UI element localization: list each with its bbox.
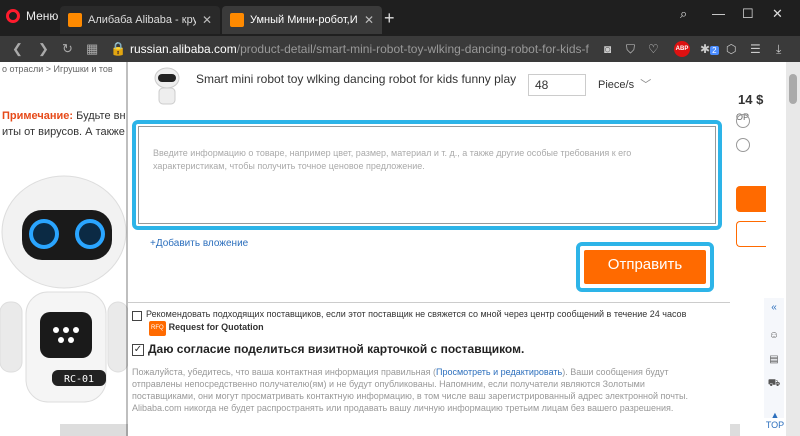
close-window-icon[interactable]: ✕ — [772, 6, 783, 22]
tab-alibaba[interactable]: Алибаба Alibaba - крупнейш ✕ — [60, 6, 220, 34]
chevron-down-icon: ﹀ — [637, 79, 652, 91]
lock-icon: 🔒 — [110, 41, 127, 56]
opera-logo-icon — [6, 9, 20, 23]
notice-text: Будьте вн — [76, 110, 126, 122]
divider — [128, 302, 730, 303]
url-field[interactable]: russian.alibaba.com/product-detail/smart… — [130, 42, 600, 56]
back-icon[interactable]: ❮ — [12, 41, 23, 57]
url-host: russian.alibaba.com — [130, 42, 237, 56]
scroll-thumb[interactable] — [789, 74, 797, 104]
info-circle-icon[interactable] — [736, 114, 750, 128]
close-icon[interactable]: ✕ — [202, 13, 212, 27]
tab-robot-product[interactable]: Умный Мини-робот,Игруш ✕ — [222, 6, 382, 34]
opera-menu-button[interactable]: Меню — [6, 9, 58, 23]
product-thumbnail — [148, 66, 186, 108]
close-icon[interactable]: ✕ — [364, 13, 374, 27]
edit-contact-link[interactable]: Просмотреть и редактировать — [436, 367, 562, 377]
product-name: Smart mini robot toy wlking dancing robo… — [196, 72, 517, 86]
tab-title: Алибаба Alibaba - крупнейш — [88, 14, 196, 26]
page-scrollbar[interactable] — [786, 62, 800, 436]
tab-bar: Меню Алибаба Alibaba - крупнейш ✕ Умный … — [0, 0, 800, 36]
send-button[interactable]: Отправить — [584, 250, 706, 284]
extension-badge: 2 — [710, 46, 719, 55]
recommend-label: Рекомендовать подходящих поставщиков, ес… — [146, 308, 706, 336]
minimize-icon[interactable]: — — [712, 6, 725, 21]
privacy-disclaimer: Пожалуйста, убедитесь, что ваша контактн… — [132, 366, 708, 414]
bg-contact-button[interactable] — [736, 186, 766, 212]
attach-label: Добавить вложение — [155, 238, 249, 249]
textarea-highlight: Введите информацию о товаре, например цв… — [132, 120, 722, 230]
vpn-shield-icon[interactable]: ⛉ — [626, 42, 635, 57]
unit-label: Piece/s — [598, 79, 635, 91]
robot-product-image: RC-01 — [0, 175, 128, 403]
url-path: /product-detail/smart-mini-robot-toy-wlk… — [236, 42, 589, 56]
forward-icon[interactable]: ❯ — [38, 41, 49, 57]
disclaimer-text: Пожалуйста, убедитесь, что ваша контактн… — [132, 367, 436, 377]
reload-icon[interactable]: ↻ — [62, 41, 73, 57]
bg-secondary-button[interactable] — [736, 221, 766, 247]
inquiry-modal: Smart mini robot toy wlking dancing robo… — [128, 62, 730, 436]
adblock-icon[interactable]: ABP — [674, 41, 690, 57]
new-tab-icon[interactable]: + — [384, 8, 395, 29]
tab-title: Умный Мини-робот,Игруш — [250, 14, 358, 26]
address-bar: ❮ ❯ ↻ ▦ 🔒 russian.alibaba.com/product-de… — [0, 36, 800, 62]
alibaba-favicon-icon — [68, 13, 82, 27]
recommend-text: Рекомендовать подходящих поставщиков, ес… — [146, 309, 687, 319]
message-textarea[interactable]: Введите информацию о товаре, например цв… — [138, 126, 716, 224]
unit-select[interactable]: Piece/s ﹀ — [598, 76, 651, 92]
easy-setup-icon[interactable]: ☰ — [750, 42, 761, 56]
breadcrumb: о отрасли > Игрушки и тов — [2, 64, 113, 74]
note-icon[interactable]: ▤ — [764, 354, 784, 365]
extension-icon[interactable]: ✱ 2 — [700, 42, 719, 56]
search-icon[interactable]: ⌕ — [680, 6, 687, 22]
rfq-label: Request for Quotation — [168, 322, 264, 332]
notice: Примечание: Будьте вн иты от вирусов. А … — [2, 108, 127, 140]
collapse-icon[interactable]: « — [764, 302, 784, 313]
avatar-icon[interactable]: ☺ — [764, 330, 784, 341]
top-label: TOP — [765, 420, 785, 430]
notice-text-2: иты от вирусов. А также — [2, 126, 125, 138]
price: 14 $ — [738, 92, 764, 107]
web-page: о отрасли > Игрушки и тов Примечание: Бу… — [0, 62, 800, 436]
cart-icon[interactable]: ⛟ — [764, 378, 784, 391]
alibaba-favicon-icon — [230, 13, 244, 27]
cube-icon[interactable]: ⬡ — [726, 42, 736, 56]
download-icon[interactable]: ⤓ — [776, 42, 781, 57]
back-to-top-button[interactable]: ▲ TOP — [764, 410, 786, 430]
consent-label: Даю согласие поделиться визитной карточк… — [148, 342, 525, 356]
speed-dial-icon[interactable]: ▦ — [86, 41, 98, 57]
add-attachment-link[interactable]: +Добавить вложение — [150, 238, 248, 249]
send-highlight: Отправить — [576, 242, 714, 292]
heart-icon[interactable]: ♡ — [648, 42, 659, 56]
notice-label: Примечание: — [2, 110, 74, 122]
quantity-input[interactable]: 48 — [528, 74, 586, 96]
maximize-icon[interactable]: ☐ — [742, 6, 754, 22]
consent-checkbox[interactable]: ✓ — [132, 344, 144, 356]
recommend-checkbox[interactable] — [132, 311, 142, 321]
side-toolbar: « ☺ ▤ ⛟ — [764, 298, 784, 418]
camera-icon[interactable]: ◙ — [604, 42, 611, 56]
menu-label: Меню — [26, 9, 59, 23]
rfq-badge: RFQ — [149, 321, 166, 336]
info-circle-icon[interactable] — [736, 138, 750, 152]
robot-label: RC-01 — [64, 374, 94, 385]
